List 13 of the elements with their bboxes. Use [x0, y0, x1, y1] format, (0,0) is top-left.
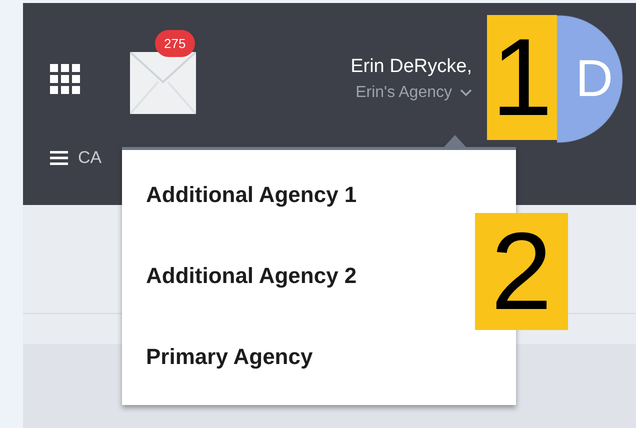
- apps-grid-icon[interactable]: [50, 64, 80, 94]
- agency-option[interactable]: Primary Agency: [146, 344, 313, 370]
- nav-link[interactable]: CA: [78, 148, 102, 168]
- user-name: Erin DeRycke,: [350, 56, 472, 78]
- agency-selector[interactable]: Erin's Agency: [356, 78, 472, 102]
- callout-number: 2: [475, 213, 568, 330]
- agency-option[interactable]: Additional Agency 2: [146, 262, 357, 288]
- unread-count-badge: 275: [155, 30, 195, 57]
- agency-option[interactable]: Additional Agency 1: [146, 182, 357, 208]
- callout-number: 1: [487, 15, 557, 140]
- envelope-icon[interactable]: [130, 52, 196, 114]
- chevron-down-icon: [460, 89, 472, 97]
- menu-icon[interactable]: [50, 151, 68, 165]
